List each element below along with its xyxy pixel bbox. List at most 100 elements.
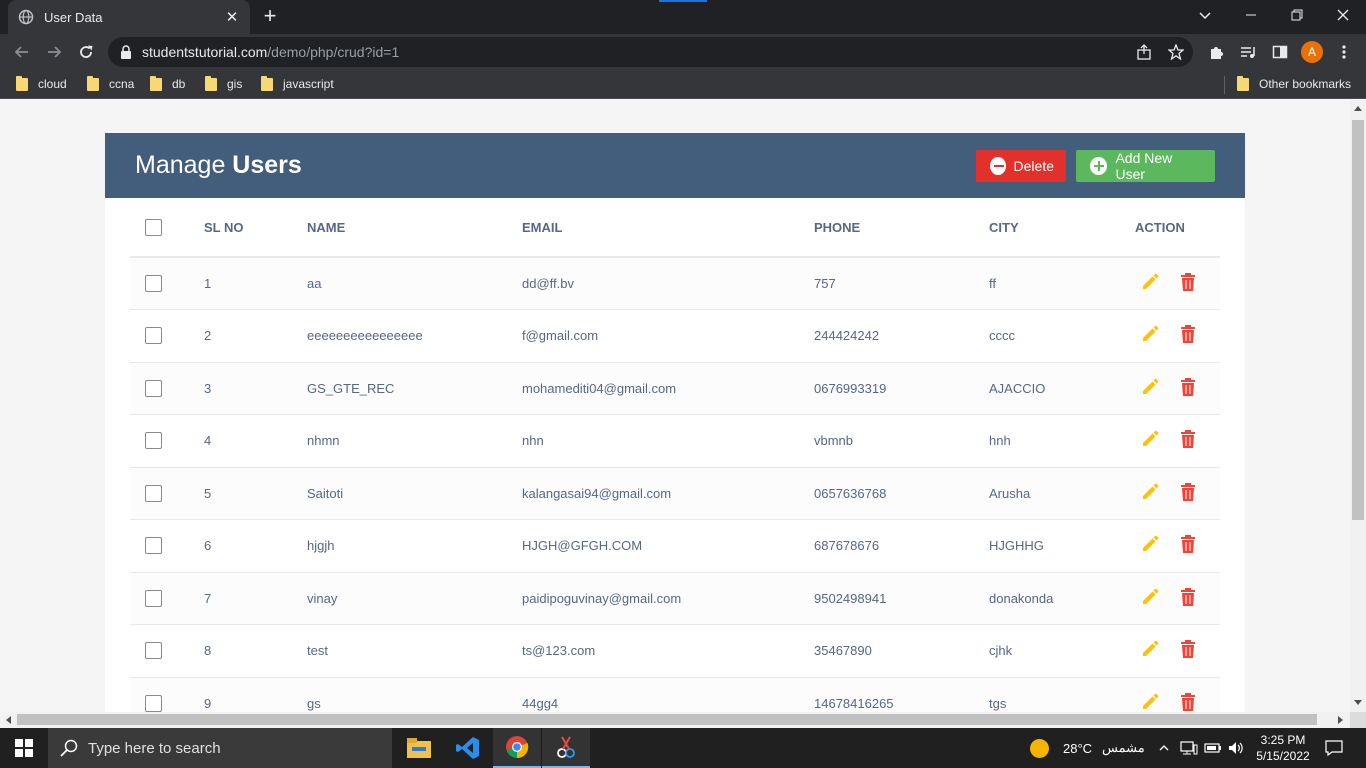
edit-pencil-icon[interactable] (1140, 639, 1160, 659)
bookmark-ccna[interactable]: ccna (87, 75, 134, 93)
folder-icon (87, 75, 99, 91)
weather-widget[interactable]: 28°C مشمس (1030, 728, 1145, 768)
folder-icon (150, 75, 162, 91)
bookmark-cloud[interactable]: cloud (16, 75, 67, 93)
delete-trash-icon[interactable] (1180, 639, 1196, 659)
windows-start-icon[interactable] (0, 728, 48, 768)
edit-pencil-icon[interactable] (1140, 692, 1160, 712)
row-checkbox[interactable] (145, 327, 162, 345)
add-button-label: Add New User (1115, 150, 1173, 182)
delete-trash-icon[interactable] (1180, 324, 1196, 344)
taskbar-clock[interactable]: 3:25 PM 5/15/2022 (1248, 732, 1318, 764)
row-checkbox[interactable] (145, 694, 162, 712)
bookmark-javascript[interactable]: javascript (261, 75, 334, 93)
profile-avatar[interactable]: A (1301, 41, 1323, 63)
taskbar-search[interactable]: Type here to search (48, 728, 392, 768)
side-panel-icon[interactable] (1269, 41, 1291, 63)
row-checkbox[interactable] (145, 537, 162, 555)
row-checkbox[interactable] (145, 484, 162, 502)
cell-name: vinay (307, 572, 522, 625)
cell-sl-no: 6 (204, 519, 307, 573)
tab-strip: User Data ✕ + (0, 0, 1366, 34)
row-checkbox[interactable] (145, 379, 162, 397)
lock-icon[interactable] (120, 44, 134, 60)
address-bar[interactable]: studentstutorial.com/demo/php/crud?id=1 (108, 37, 1193, 67)
cell-email: mohamediti04@gmail.com (522, 362, 814, 415)
delete-button-label: Delete (1013, 158, 1054, 174)
cell-sl-no: 7 (204, 572, 307, 625)
weather-temp: 28°C (1063, 740, 1093, 756)
minimize-icon[interactable] (1228, 0, 1274, 30)
table-row: 7 vinay paidipoguvinay@gmail.com 9502498941… (130, 572, 1220, 625)
forward-arrow-icon[interactable] (40, 38, 68, 66)
row-checkbox[interactable] (145, 432, 162, 450)
cell-email: kalangasai94@gmail.com (522, 467, 814, 520)
cell-city: tgs (989, 677, 1135, 712)
snipping-tool-icon[interactable] (542, 728, 590, 768)
minus-circle-icon (990, 157, 1006, 175)
star-bookmark-icon[interactable] (1165, 41, 1187, 63)
restore-icon[interactable] (1274, 0, 1320, 30)
battery-icon[interactable] (1204, 728, 1222, 768)
cell-name: Saitoti (307, 467, 522, 520)
delete-trash-icon[interactable] (1180, 272, 1196, 292)
vertical-scroll-thumb[interactable] (1352, 120, 1364, 520)
cell-action (1135, 519, 1220, 573)
users-table: SL NO NAME EMAIL PHONE CITY ACTION 1 aa dd… (130, 198, 1220, 712)
volume-icon[interactable] (1228, 728, 1246, 768)
network-icon[interactable] (1180, 728, 1198, 768)
cell-phone: vbmnb (814, 414, 989, 468)
file-explorer-icon[interactable] (395, 728, 443, 768)
cell-email: ts@123.com (522, 624, 814, 678)
bookmark-label: gis (227, 77, 243, 91)
bookmarks-separator (1224, 76, 1225, 94)
delete-trash-icon[interactable] (1180, 534, 1196, 554)
delete-trash-icon[interactable] (1180, 587, 1196, 607)
scroll-down-arrow-icon[interactable] (1354, 700, 1362, 705)
notifications-icon[interactable] (1325, 728, 1343, 768)
reload-icon[interactable] (72, 38, 100, 66)
scroll-right-arrow-icon[interactable] (1338, 716, 1343, 724)
bookmark-db[interactable]: db (150, 75, 185, 93)
edit-pencil-icon[interactable] (1140, 482, 1160, 502)
search-icon (60, 739, 78, 757)
delete-button[interactable]: Delete (976, 150, 1066, 182)
horizontal-scroll-thumb[interactable] (17, 714, 1317, 725)
scroll-left-arrow-icon[interactable] (6, 716, 11, 724)
cell-name: nhmn (307, 414, 522, 468)
other-bookmarks[interactable]: Other bookmarks (1237, 75, 1351, 93)
delete-trash-icon[interactable] (1180, 377, 1196, 397)
select-all-checkbox[interactable] (145, 218, 162, 236)
edit-pencil-icon[interactable] (1140, 272, 1160, 292)
bookmark-gis[interactable]: gis (205, 75, 242, 93)
edit-pencil-icon[interactable] (1140, 377, 1160, 397)
show-hidden-icons-icon[interactable] (1158, 728, 1170, 768)
bookmarks-bar: cloud ccna db gis javascript Other bookm… (0, 70, 1366, 99)
edit-pencil-icon[interactable] (1140, 429, 1160, 449)
media-queue-icon[interactable] (1237, 41, 1259, 63)
close-window-icon[interactable] (1320, 0, 1366, 30)
delete-trash-icon[interactable] (1180, 692, 1196, 712)
table-header-row: SL NO NAME EMAIL PHONE CITY ACTION (130, 198, 1220, 258)
delete-trash-icon[interactable] (1180, 482, 1196, 502)
tab-close-icon[interactable]: ✕ (224, 8, 240, 26)
chevron-down-icon[interactable] (1194, 5, 1216, 27)
vscode-icon[interactable] (444, 728, 492, 768)
back-arrow-icon[interactable] (8, 38, 36, 66)
row-checkbox[interactable] (145, 275, 162, 293)
add-new-user-button[interactable]: Add New User (1076, 150, 1215, 182)
edit-pencil-icon[interactable] (1140, 587, 1160, 607)
edit-pencil-icon[interactable] (1140, 534, 1160, 554)
column-header: ACTION (1135, 198, 1220, 258)
extensions-puzzle-icon[interactable] (1205, 41, 1227, 63)
share-icon[interactable] (1133, 41, 1155, 63)
menu-dots-icon[interactable] (1333, 41, 1355, 63)
browser-tab[interactable]: User Data ✕ (8, 0, 250, 34)
new-tab-plus-icon[interactable]: + (258, 5, 282, 29)
edit-pencil-icon[interactable] (1140, 324, 1160, 344)
scroll-up-arrow-icon[interactable] (1354, 106, 1362, 111)
chrome-icon[interactable] (493, 728, 541, 768)
row-checkbox[interactable] (145, 589, 162, 607)
delete-trash-icon[interactable] (1180, 429, 1196, 449)
row-checkbox[interactable] (145, 642, 162, 660)
